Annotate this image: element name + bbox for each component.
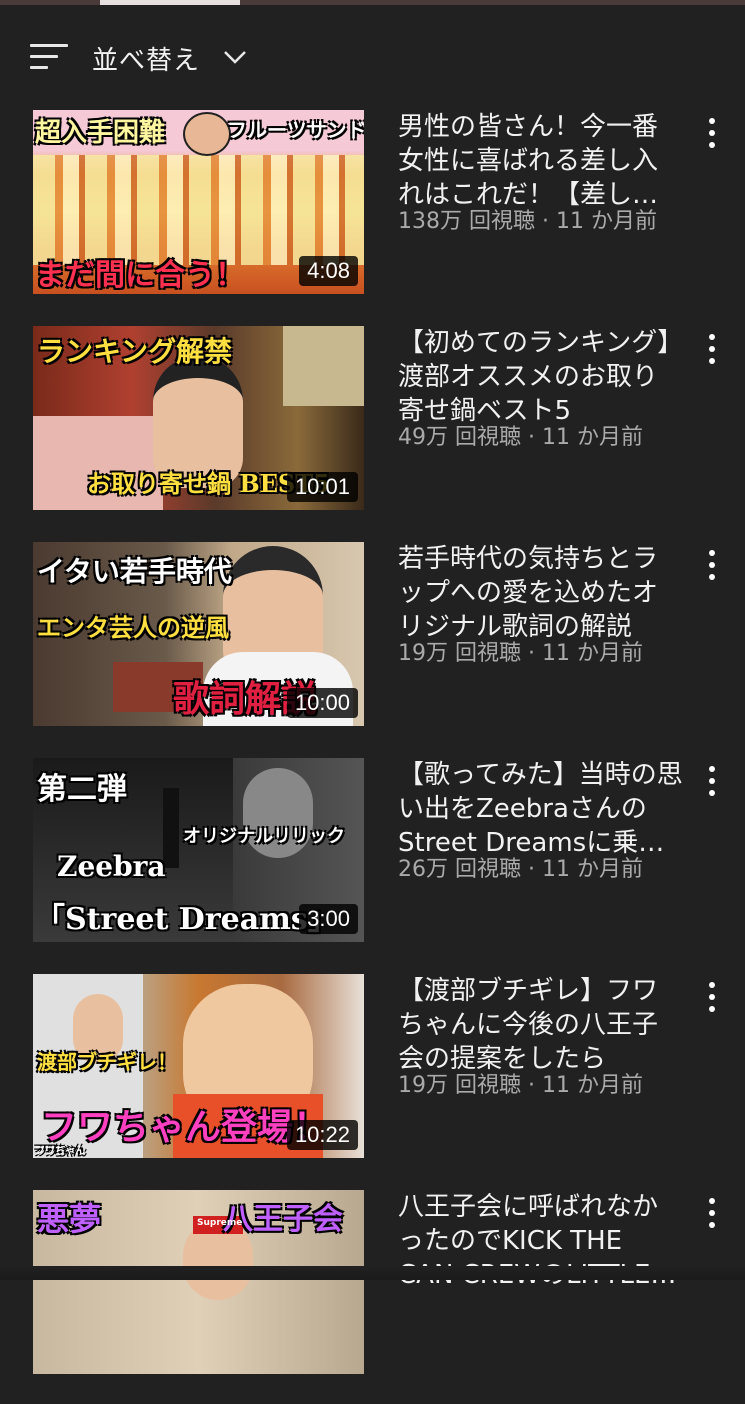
- more-vert-icon[interactable]: [700, 116, 724, 150]
- video-meta: 138万 回視聴 · 11 か月前: [398, 209, 657, 234]
- video-thumbnail[interactable]: 悪夢 八王子会 Supreme: [33, 1190, 364, 1374]
- thumb-caption: 八王子会: [223, 1202, 343, 1237]
- bottom-edge: [0, 1266, 745, 1280]
- video-title[interactable]: 【歌ってみた】当時の思い出をZeebraさんのStreet Dreamsに乗せて: [398, 758, 683, 860]
- thumb-caption: ランキング解禁: [37, 335, 233, 368]
- thumb-caption: まだ間に合う！: [35, 258, 245, 293]
- duration-badge: 10:22: [286, 1120, 358, 1150]
- video-meta: 49万 回視聴 · 11 か月前: [398, 425, 643, 450]
- thumb-caption: 超入手困難: [35, 118, 166, 148]
- duration-badge: 3:00: [299, 904, 358, 934]
- video-item[interactable]: イタい若手時代 エンタ芸人の逆風 歌詞解説 10:00 若手時代の気持ちとラップ…: [0, 540, 745, 756]
- tab-indicator: [100, 0, 240, 5]
- thumb-caption: エンタ芸人の逆風: [37, 613, 229, 642]
- sort-label[interactable]: 並べ替え: [92, 40, 200, 77]
- video-meta: 19万 回視聴 · 11 か月前: [398, 1073, 643, 1098]
- duration-badge: 10:00: [286, 688, 358, 718]
- sort-bar[interactable]: 並べ替え: [0, 30, 745, 86]
- thumb-caption: Zeebra: [57, 850, 166, 883]
- thumb-caption: フルーツサンド: [227, 118, 364, 142]
- sort-icon[interactable]: [30, 42, 70, 72]
- thumb-caption: 渡部ブチギレ！: [37, 1050, 177, 1074]
- video-title[interactable]: 若手時代の気持ちとラップへの愛を込めたオリジナル歌詞の解説: [398, 542, 683, 644]
- video-meta: 26万 回視聴 · 11 か月前: [398, 857, 643, 882]
- video-item[interactable]: 第二弾 オリジナルリリック Zeebra 「Street Dreams」 3:0…: [0, 756, 745, 972]
- duration-badge: 4:08: [299, 256, 358, 286]
- thumb-caption: オリジナルリリック: [183, 826, 345, 847]
- video-thumbnail[interactable]: 超入手困難 フルーツサンド まだ間に合う！ 4:08: [33, 110, 364, 294]
- more-vert-icon[interactable]: [700, 1196, 724, 1230]
- more-vert-icon[interactable]: [700, 548, 724, 582]
- video-thumbnail[interactable]: 渡部ブチギレ！ フワちゃん登場！ フワちゃん 10:22: [33, 974, 364, 1158]
- video-item[interactable]: 渡部ブチギレ！ フワちゃん登場！ フワちゃん 10:22 【渡部ブチギレ】フワち…: [0, 972, 745, 1188]
- video-title[interactable]: 【渡部ブチギレ】フワちゃんに今後の八王子会の提案をしたら: [398, 974, 683, 1076]
- more-vert-icon[interactable]: [700, 980, 724, 1014]
- video-item[interactable]: ランキング解禁 お取り寄せ鍋 BEST5 10:01 【初めてのランキング】渡部…: [0, 324, 745, 540]
- video-list: 超入手困難 フルーツサンド まだ間に合う！ 4:08 男性の皆さん！今一番女性に…: [0, 108, 745, 1404]
- thumb-caption: イタい若手時代: [37, 555, 232, 588]
- video-meta: 19万 回視聴 · 11 か月前: [398, 641, 643, 666]
- thumb-caption: 「Street Dreams」: [35, 902, 338, 937]
- video-thumbnail[interactable]: ランキング解禁 お取り寄せ鍋 BEST5 10:01: [33, 326, 364, 510]
- video-thumbnail[interactable]: 第二弾 オリジナルリリック Zeebra 「Street Dreams」 3:0…: [33, 758, 364, 942]
- more-vert-icon[interactable]: [700, 332, 724, 366]
- top-tab-strip: [0, 0, 745, 5]
- video-thumbnail[interactable]: イタい若手時代 エンタ芸人の逆風 歌詞解説 10:00: [33, 542, 364, 726]
- video-item[interactable]: 超入手困難 フルーツサンド まだ間に合う！ 4:08 男性の皆さん！今一番女性に…: [0, 108, 745, 324]
- chevron-down-icon[interactable]: [222, 44, 248, 70]
- thumb-caption: フワちゃん: [35, 1146, 85, 1157]
- thumb-caption: Supreme: [197, 1218, 243, 1228]
- video-item[interactable]: 悪夢 八王子会 Supreme 八王子会に呼ばれなかったのでKICK THE C…: [0, 1188, 745, 1404]
- duration-badge: 10:01: [286, 472, 358, 502]
- video-title[interactable]: 【初めてのランキング】渡部オススメのお取り寄せ鍋ベスト5: [398, 326, 683, 428]
- more-vert-icon[interactable]: [700, 764, 724, 798]
- thumb-caption: 悪夢: [37, 1200, 102, 1238]
- thumb-caption: 第二弾: [37, 772, 127, 807]
- video-title[interactable]: 男性の皆さん！今一番女性に喜ばれる差し入れはこれだ！【差し入れ】: [398, 110, 683, 212]
